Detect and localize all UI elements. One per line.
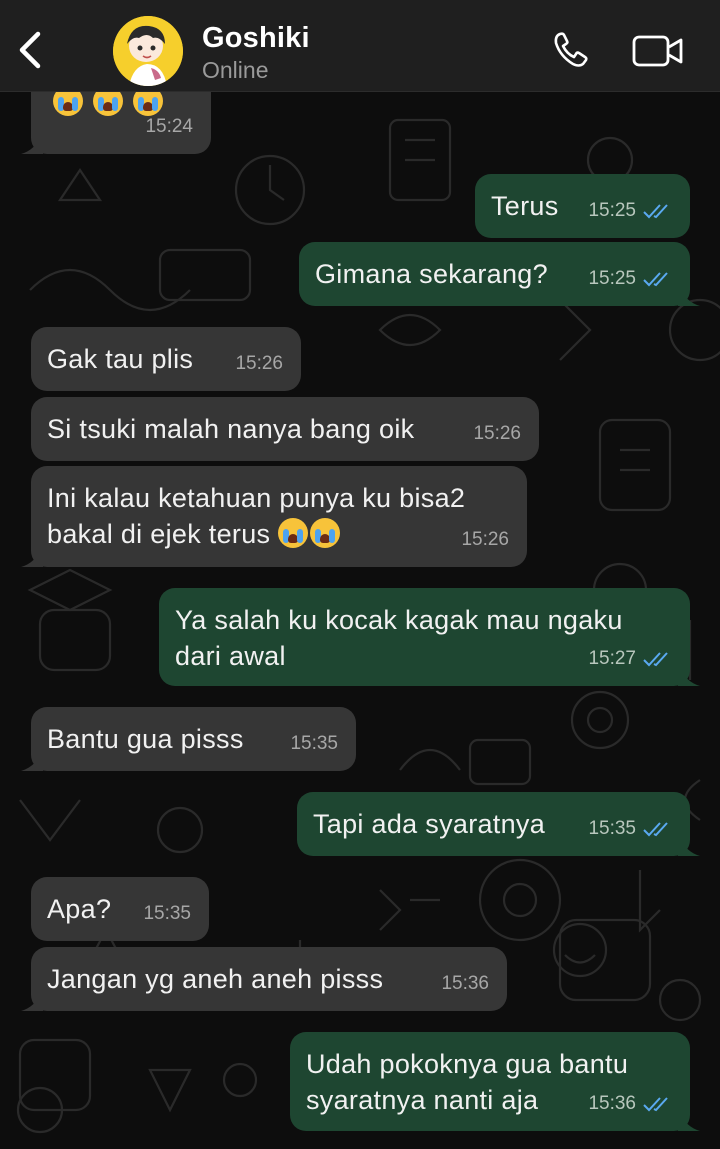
bubble-tail <box>678 836 700 856</box>
message-time: 15:36 <box>588 1086 672 1122</box>
chat-header: Goshiki Online <box>0 0 720 92</box>
bubble-tail <box>21 991 43 1011</box>
message-text-line: Udah pokoknya gua bantu <box>306 1049 629 1079</box>
read-receipt-icon <box>643 204 668 219</box>
message-time: 15:26 <box>473 423 521 444</box>
message-text-line: bakal di ejek terus <box>47 516 511 552</box>
chevron-left-icon[interactable] <box>14 28 48 72</box>
contact-name[interactable]: Goshiki <box>202 22 310 55</box>
message-text: Apa? <box>47 894 112 924</box>
message-time: 15:24 <box>145 116 193 137</box>
message-time: 15:27 <box>588 641 672 677</box>
bubble-tail <box>678 286 700 306</box>
message-text: Bantu gua pisss <box>47 724 244 754</box>
message-outgoing[interactable]: Terus 15:25 <box>475 174 690 238</box>
message-text-line: Ya salah ku kocak kagak mau ngaku <box>175 605 623 635</box>
message-text: Terus <box>491 191 559 221</box>
message-text: Jangan yg aneh aneh pisss <box>47 964 384 994</box>
read-receipt-icon <box>643 1097 668 1112</box>
message-list[interactable]: 15:24 Terus 15:25 Gimana sekarang? 15:25… <box>0 0 720 1149</box>
message-incoming[interactable]: Ini kalau ketahuan punya ku bisa2 bakal … <box>21 466 527 567</box>
message-time: 15:35 <box>290 733 338 754</box>
message-outgoing[interactable]: Tapi ada syaratnya 15:35 <box>297 792 700 856</box>
avatar[interactable] <box>113 16 183 86</box>
chat-screen: 15:24 Terus 15:25 Gimana sekarang? 15:25… <box>0 0 720 1149</box>
message-text: Gak tau plis <box>47 344 194 374</box>
phone-icon[interactable] <box>552 30 592 70</box>
crying-emoji-icon <box>310 518 341 548</box>
message-incoming[interactable]: Bantu gua pisss 15:35 <box>21 707 356 771</box>
bubble-tail <box>21 547 43 567</box>
bubble-tail <box>678 666 700 686</box>
message-text: Ini kalau ketahuan punya ku bisa2 bakal … <box>47 480 511 552</box>
message-time: 15:25 <box>588 261 672 297</box>
message-incoming[interactable]: Gak tau plis 15:26 <box>31 327 301 391</box>
message-text: Gimana sekarang? <box>315 259 548 289</box>
read-receipt-icon <box>643 652 668 667</box>
message-time: 15:36 <box>441 973 489 994</box>
message-incoming[interactable]: Si tsuki malah nanya bang oik 15:26 <box>31 397 539 461</box>
message-outgoing[interactable]: Ya salah ku kocak kagak mau ngaku dari a… <box>159 588 700 686</box>
bubble-tail <box>21 134 43 154</box>
crying-emoji-icon <box>278 518 309 548</box>
message-time: 15:26 <box>461 529 509 550</box>
read-receipt-icon <box>643 272 668 287</box>
message-incoming[interactable]: Apa? 15:35 <box>31 877 209 941</box>
message-text-line: Ini kalau ketahuan punya ku bisa2 <box>47 483 466 513</box>
message-text: Tapi ada syaratnya <box>313 809 546 839</box>
read-receipt-icon <box>643 822 668 837</box>
contact-status: Online <box>202 57 269 83</box>
message-time: 15:26 <box>235 353 283 374</box>
message-time: 15:35 <box>143 903 191 924</box>
message-outgoing[interactable]: Gimana sekarang? 15:25 <box>299 242 700 306</box>
message-time: 15:25 <box>588 193 672 229</box>
avatar-illustration <box>113 16 183 86</box>
message-text: Si tsuki malah nanya bang oik <box>47 414 415 444</box>
video-camera-icon[interactable] <box>632 34 684 68</box>
message-incoming[interactable]: Jangan yg aneh aneh pisss 15:36 <box>21 947 507 1011</box>
message-time: 15:35 <box>588 811 672 847</box>
message-outgoing[interactable]: Udah pokoknya gua bantu syaratnya nanti … <box>290 1032 700 1131</box>
bubble-tail <box>678 1111 700 1131</box>
bubble-tail <box>21 751 43 771</box>
